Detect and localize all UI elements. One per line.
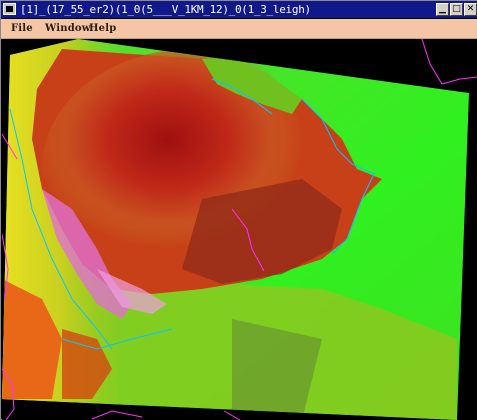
menu-help[interactable]: Help — [89, 23, 116, 34]
window-title: [1]_(17_55_er2)(1_0(5___V_1KM_12)_0(1_3_… — [20, 3, 311, 16]
satellite-image — [2, 39, 477, 420]
menu-file[interactable]: File — [11, 23, 33, 34]
menu-window[interactable]: Window — [45, 23, 91, 34]
title-bar[interactable]: [1]_(17_55_er2)(1_0(5___V_1KM_12)_0(1_3_… — [1, 1, 477, 19]
menu-bar: File Window Help — [1, 19, 477, 39]
satellite-image-canvas[interactable] — [2, 39, 477, 420]
minimize-button[interactable]: ▁ — [436, 3, 449, 16]
image-swath — [2, 39, 469, 420]
image-viewer-window: [1]_(17_55_er2)(1_0(5___V_1KM_12)_0(1_3_… — [0, 0, 477, 420]
close-button[interactable]: ✕ — [464, 3, 477, 16]
window-menu-icon[interactable] — [3, 3, 16, 15]
maximize-button[interactable]: □ — [450, 3, 463, 16]
